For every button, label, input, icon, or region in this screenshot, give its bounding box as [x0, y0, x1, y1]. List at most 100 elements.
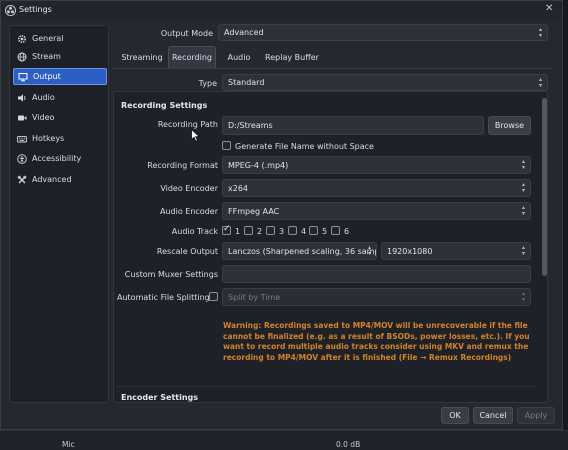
recording-path-value: D:/Streams: [228, 121, 273, 130]
audio-track-3-label: 3: [279, 227, 285, 236]
mixer-mic-label: Mic: [62, 440, 75, 449]
updown-arrows-icon: ▴ ▾: [521, 290, 525, 303]
apply-button[interactable]: Apply: [517, 407, 555, 424]
audio-track-4-label: 4: [301, 227, 307, 236]
audio-track-6-label: 6: [344, 227, 350, 236]
tab-label: Replay Buffer: [265, 52, 319, 62]
sidebar-item-accessibility[interactable]: Accessibility: [13, 150, 107, 167]
updown-arrows-icon: ▴ ▾: [521, 181, 525, 194]
cancel-button[interactable]: Cancel: [473, 407, 513, 424]
audio-track-6-checkbox[interactable]: [331, 226, 340, 235]
updown-arrows-icon: ▴ ▾: [538, 75, 542, 89]
tab-label: Recording: [171, 53, 212, 62]
recording-format-select[interactable]: MPEG-4 (.mp4) ▴ ▾: [222, 156, 531, 174]
sidebar-item-label: Advanced: [32, 175, 72, 184]
audio-track-1-label: 1: [235, 227, 241, 236]
audio-track-3-checkbox[interactable]: [266, 226, 275, 235]
split-mode-select[interactable]: Split by Time ▴ ▾: [222, 288, 531, 306]
monitor-icon: [18, 72, 28, 81]
video-encoder-value: x264: [228, 183, 249, 193]
sidebar-item-label: Hotkeys: [32, 134, 65, 143]
split-mode-value: Split by Time: [228, 292, 281, 302]
rescale-resolution-select[interactable]: 1920x1080 ▴ ▾: [381, 242, 531, 260]
tab-recording[interactable]: Recording: [168, 46, 216, 68]
rescale-output-label: Rescale Output: [156, 247, 218, 256]
titlebar: Settings ✕: [1, 1, 562, 19]
accessibility-icon: [17, 153, 27, 164]
automatic-file-splitting-label: Automatic File Splitting: [117, 293, 210, 302]
sidebar-item-video[interactable]: Video: [13, 109, 107, 126]
sidebar-item-label: Stream: [32, 52, 61, 61]
video-encoder-label: Video Encoder: [160, 184, 218, 193]
updown-arrows-icon: ▴ ▾: [521, 244, 525, 257]
custom-muxer-label: Custom Muxer Settings: [124, 270, 218, 279]
gear-icon: [17, 34, 27, 43]
sidebar-item-advanced[interactable]: Advanced: [13, 171, 107, 188]
settings-sidebar: General Stream Output Audio Video Hotkey…: [9, 25, 109, 403]
audio-track-5-checkbox[interactable]: [309, 226, 318, 235]
audio-encoder-label: Audio Encoder: [160, 207, 218, 216]
sidebar-item-stream[interactable]: Stream: [13, 48, 107, 65]
keyboard-icon: [17, 135, 27, 142]
ok-button[interactable]: OK: [441, 407, 469, 424]
tab-divider: [113, 68, 553, 69]
sidebar-item-label: General: [32, 34, 64, 43]
rescale-resolution-value: 1920x1080: [387, 246, 433, 256]
recording-settings-title: Recording Settings: [121, 101, 208, 110]
sidebar-item-label: Accessibility: [32, 154, 82, 163]
updown-arrows-icon: ▴ ▾: [367, 244, 371, 257]
video-camera-icon: [18, 115, 27, 120]
background-mixer-bar: [0, 430, 568, 450]
recording-path-label: Recording Path: [157, 120, 218, 129]
sidebar-item-general[interactable]: General: [13, 30, 107, 47]
generate-filename-checkbox[interactable]: [222, 141, 231, 150]
mouse-cursor-icon: [191, 129, 200, 142]
tab-label: Streaming: [121, 52, 163, 62]
tab-replay-buffer[interactable]: Replay Buffer: [261, 46, 323, 68]
obs-logo-icon: [5, 5, 16, 16]
audio-track-label: Audio Track: [171, 227, 218, 236]
audio-track-2-checkbox[interactable]: [244, 226, 253, 235]
sidebar-item-hotkeys[interactable]: Hotkeys: [13, 130, 107, 147]
sidebar-item-label: Output: [33, 72, 61, 81]
audio-encoder-select[interactable]: FFmpeg AAC ▴ ▾: [222, 202, 531, 220]
window-title: Settings: [19, 5, 52, 14]
audio-track-2-label: 2: [257, 227, 263, 236]
mp4-warning-text: Warning: Recordings saved to MP4/MOV wil…: [223, 321, 530, 362]
globe-icon: [17, 52, 27, 61]
custom-muxer-input[interactable]: [222, 265, 531, 283]
recording-format-value: MPEG-4 (.mp4): [228, 160, 289, 170]
audio-track-1-checkbox[interactable]: [222, 224, 231, 235]
updown-arrows-icon: ▴ ▾: [521, 204, 525, 217]
mixer-mic-db: 0.0 dB: [336, 440, 361, 449]
video-encoder-select[interactable]: x264 ▴ ▾: [222, 179, 531, 197]
sidebar-item-audio[interactable]: Audio: [13, 89, 107, 106]
output-mode-value: Advanced: [224, 28, 264, 37]
sidebar-item-label: Audio: [32, 93, 55, 102]
automatic-file-splitting-checkbox[interactable]: [209, 292, 218, 301]
recording-format-label: Recording Format: [147, 161, 218, 170]
tab-streaming[interactable]: Streaming: [117, 46, 167, 68]
browse-button[interactable]: Browse: [488, 116, 531, 135]
output-mode-label: Output Mode: [160, 29, 213, 38]
speaker-icon: [18, 93, 26, 102]
recording-path-input[interactable]: D:/Streams: [222, 116, 484, 135]
audio-track-5-label: 5: [322, 227, 328, 236]
type-select[interactable]: Standard ▴ ▾: [222, 74, 548, 91]
sidebar-item-output[interactable]: Output: [13, 68, 107, 85]
sidebar-item-label: Video: [32, 113, 55, 122]
type-value: Standard: [228, 78, 265, 87]
tab-audio[interactable]: Audio: [219, 46, 259, 68]
output-mode-select[interactable]: Advanced ▴ ▾: [218, 24, 548, 41]
scrollbar-thumb[interactable]: [542, 98, 547, 276]
type-label: Type: [198, 79, 217, 88]
updown-arrows-icon: ▴ ▾: [538, 25, 542, 39]
encoder-settings-title: Encoder Settings: [121, 393, 199, 402]
generate-filename-label: Generate File Name without Space: [235, 142, 374, 151]
tab-label: Audio: [227, 52, 251, 62]
audio-encoder-value: FFmpeg AAC: [228, 206, 280, 216]
rescale-filter-select[interactable]: Lanczos (Sharpened scaling, 36 samples) …: [222, 242, 377, 260]
close-button[interactable]: ✕: [545, 3, 553, 14]
rescale-filter-value: Lanczos (Sharpened scaling, 36 samples): [228, 246, 376, 256]
audio-track-4-checkbox[interactable]: [288, 226, 297, 235]
